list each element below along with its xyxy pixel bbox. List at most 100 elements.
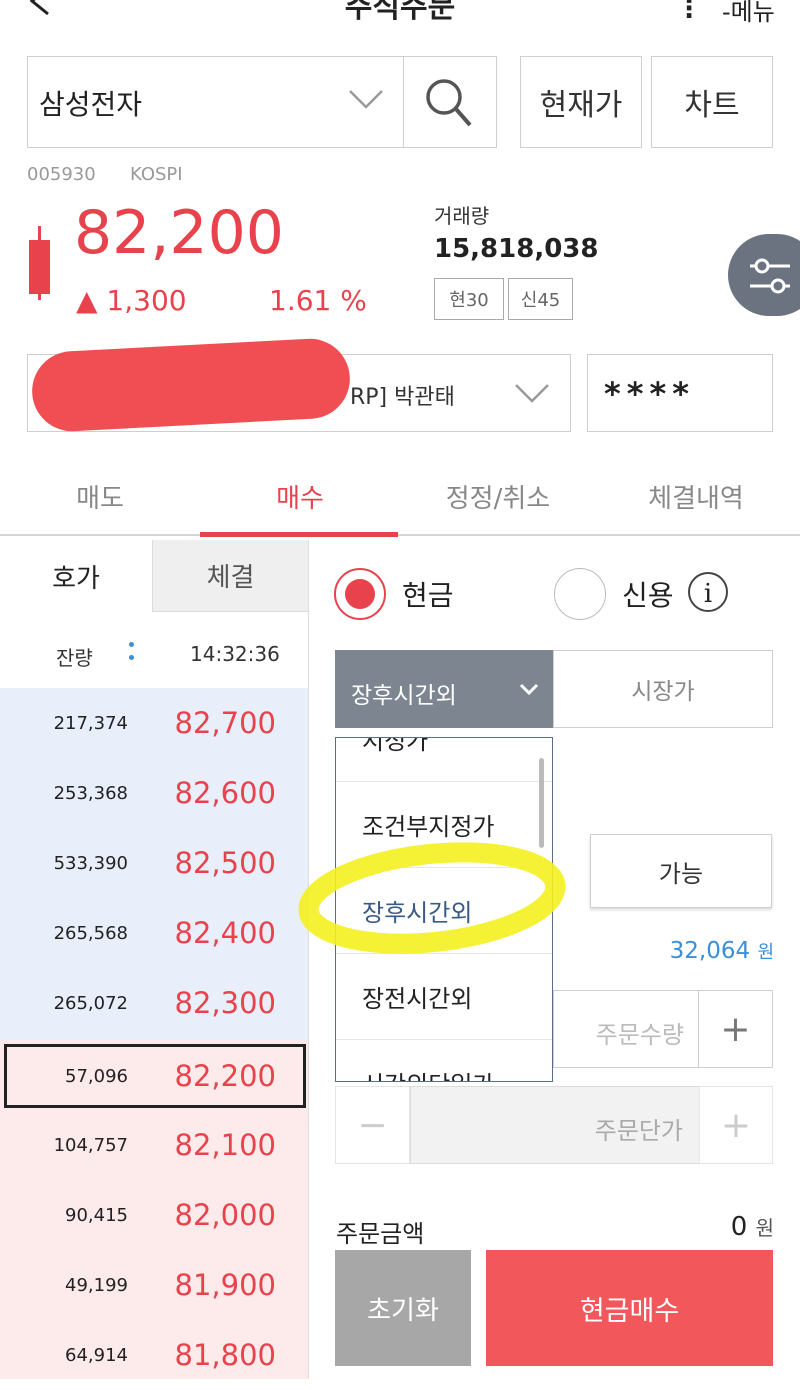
orderbook-row-current[interactable]: 57,096 82,200	[4, 1044, 306, 1108]
chevron-down-icon[interactable]	[348, 87, 384, 117]
orderbook-qty: 265,568	[53, 922, 128, 944]
tab-divider	[0, 534, 800, 536]
radio-credit[interactable]	[554, 568, 606, 620]
orderbook-row[interactable]: 90,415 82,000	[0, 1180, 308, 1250]
available-button[interactable]: 가능	[590, 834, 772, 908]
order-type-dropdown[interactable]: 지정가 조건부지정가 장후시간외 장전시간외 시간외단일가	[335, 737, 553, 1082]
stock-code: 005930	[27, 164, 96, 185]
tab-modify-cancel[interactable]: 정정/취소	[400, 478, 596, 515]
radio-cash-label[interactable]: 현금	[402, 574, 454, 614]
settings-sliders-icon[interactable]	[728, 234, 800, 316]
password-field[interactable]: ****	[587, 354, 773, 432]
orderbook-qty: 57,096	[65, 1065, 128, 1087]
orderbook-row[interactable]: 49,199 81,900	[0, 1250, 308, 1320]
dropdown-option-selected[interactable]: 장후시간외	[336, 868, 552, 954]
radio-credit-label[interactable]: 신용	[622, 574, 674, 614]
orderbook-row[interactable]: 104,757 82,100	[0, 1110, 308, 1180]
orderbook-remaining-label: 잔량	[56, 646, 93, 670]
orderbook-price: 82,300	[174, 986, 276, 1020]
account-redaction	[30, 336, 352, 434]
price-change: ▲ 1,300	[76, 284, 187, 317]
active-tab-indicator	[200, 532, 398, 537]
chevron-down-icon[interactable]	[514, 381, 550, 411]
reset-button[interactable]: 초기화	[335, 1250, 471, 1366]
orderbook-qty: 64,914	[65, 1344, 128, 1366]
tab-execution-history[interactable]: 체결내역	[596, 478, 796, 515]
orderbook-qty: 90,415	[65, 1204, 128, 1226]
info-icon[interactable]: i	[688, 572, 728, 612]
orderbook-qty: 217,374	[53, 712, 128, 734]
chevron-down-icon	[519, 682, 539, 701]
won-unit: 원	[755, 1216, 774, 1240]
stock-name: 삼성전자	[39, 88, 143, 121]
divider	[403, 57, 404, 147]
menu-button[interactable]: -메뉴	[722, 0, 775, 27]
volume-value: 15,818,038	[434, 234, 599, 264]
dropdown-option[interactable]: 조건부지정가	[336, 782, 552, 868]
more-icon[interactable]: ⋮	[676, 0, 702, 24]
orderbook-row[interactable]: 533,390 82,500	[0, 828, 308, 898]
price-minus-button[interactable]: −	[335, 1086, 410, 1164]
orderbook-price: 82,000	[174, 1198, 276, 1232]
orderbook-tab-trade[interactable]: 체결	[152, 540, 308, 612]
market-price-button[interactable]: 시장가	[553, 650, 773, 728]
qty-input[interactable]: 주문수량	[553, 990, 699, 1068]
search-icon[interactable]	[424, 75, 476, 135]
price-plus-button[interactable]: +	[699, 1086, 773, 1164]
orderbook-price: 82,100	[174, 1128, 276, 1162]
price-input[interactable]: 주문단가	[410, 1086, 700, 1164]
dropdown-option[interactable]: 시간외단일가	[336, 1040, 552, 1081]
orderbook-row[interactable]: 64,914 81,800	[0, 1320, 308, 1390]
dropdown-scrollbar[interactable]	[539, 758, 544, 848]
dropdown-option[interactable]: 장전시간외	[336, 954, 552, 1040]
price-change-percent: 1.61 %	[269, 284, 367, 317]
orderbook-row[interactable]: 265,072 82,300	[0, 968, 308, 1038]
menu-label: 메뉴	[730, 0, 775, 26]
orderbook-right-border	[308, 540, 309, 1379]
orderbook-price: 82,600	[174, 776, 276, 810]
orderbook-price: 82,700	[174, 706, 276, 740]
qty-placeholder: 주문수량	[595, 1021, 684, 1049]
order-amount: 0 원	[600, 1212, 774, 1242]
orderbook-tab-quote[interactable]: 호가	[0, 540, 152, 612]
tab-sell[interactable]: 매도	[0, 478, 200, 515]
volume-label: 거래량	[434, 204, 490, 228]
available-amount: 32,064 원	[600, 938, 774, 964]
orderbook-qty: 253,368	[53, 782, 128, 804]
order-amount-value: 0	[730, 1212, 748, 1242]
order-type-value: 장후시간외	[351, 683, 457, 709]
dropdown-option[interactable]: 지정가	[336, 738, 552, 782]
orderbook-qty: 533,390	[53, 852, 128, 874]
orderbook-qty: 49,199	[65, 1274, 128, 1296]
cash-buy-button[interactable]: 현금매수	[486, 1250, 773, 1366]
orderbook-row[interactable]: 217,374 82,700	[0, 688, 308, 758]
orderbook-row[interactable]: 265,568 82,400	[0, 898, 308, 968]
order-type-select[interactable]: 장후시간외	[335, 650, 553, 728]
dots-icon[interactable]	[127, 640, 137, 666]
password-value: ****	[604, 375, 695, 413]
qty-plus-button[interactable]: +	[698, 990, 773, 1068]
account-name: RP] 박관태	[350, 385, 455, 410]
back-arrow-icon[interactable]	[24, 0, 54, 16]
chart-button[interactable]: 차트	[651, 56, 773, 148]
plus-icon: +	[720, 1104, 752, 1146]
stock-selector[interactable]: 삼성전자	[27, 56, 497, 148]
page-title: 주식주문	[344, 0, 456, 25]
menu-dash: -	[722, 0, 731, 26]
orderbook-qty: 104,757	[53, 1134, 128, 1156]
plus-icon: +	[720, 1008, 751, 1050]
account-selector[interactable]: RP] 박관태	[27, 336, 571, 434]
credit-tag: 신45	[508, 278, 573, 320]
orderbook-time: 14:32:36	[190, 642, 280, 666]
orderbook-price: 82,200	[174, 1059, 276, 1093]
tab-buy[interactable]: 매수	[200, 478, 400, 515]
radio-cash[interactable]	[334, 568, 386, 620]
orderbook-row[interactable]: 253,368 82,600	[0, 758, 308, 828]
orderbook-qty: 265,072	[53, 992, 128, 1014]
current-price-button[interactable]: 현재가	[520, 56, 642, 148]
order-amount-label: 주문금액	[336, 1220, 425, 1248]
candle-icon	[28, 226, 52, 300]
orderbook-price: 82,500	[174, 846, 276, 880]
orderbook-price: 81,900	[174, 1268, 276, 1302]
margin-tag: 현30	[434, 278, 504, 320]
